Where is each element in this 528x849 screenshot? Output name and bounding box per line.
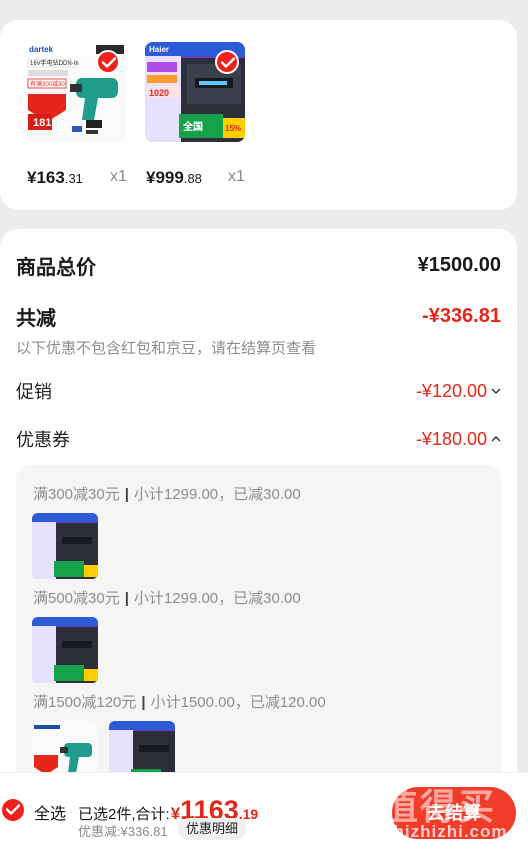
drill-price: ¥163.31	[27, 168, 83, 188]
goods-total-row: 商品总价 ¥1500.00	[16, 251, 501, 280]
coupon-name: 满1500减120元	[33, 694, 137, 711]
total-reduce-label: 共减	[16, 308, 56, 330]
coupon-name: 满300减30元	[33, 486, 120, 503]
svg-text:Haier: Haier	[149, 45, 169, 54]
checkout-bar: 全选 已选2件,合计: ¥ 1163 .19 优惠减:¥336.81 优惠明细 …	[0, 772, 528, 849]
goods-total-label: 商品总价	[16, 257, 96, 279]
coupon-row[interactable]: 优惠券 -¥180.00	[16, 426, 501, 452]
total-reduce-row: 共减 -¥336.81	[16, 302, 501, 331]
coupon-item-title: 满500减30元 | 小计1299.00，已减30.00	[33, 590, 301, 607]
price-detail-card: 商品总价 ¥1500.00 共减 -¥336.81 以下优惠不包含红包和京豆，请…	[0, 229, 517, 849]
chevron-up-icon[interactable]	[491, 435, 501, 443]
water-heater-thumbnail	[32, 513, 98, 579]
selected-products-card: dartek 16V手电钻DDN-m 有满300减30 181 ¥163.31 …	[0, 20, 517, 210]
drill-product-image[interactable]: dartek 16V手电钻DDN-m 有满300减30 181	[26, 42, 126, 142]
coupon-value: -¥180.00	[415, 428, 487, 449]
drill-promo-text: 有满300减30	[30, 82, 65, 88]
heater-price-dec: .88	[183, 171, 202, 186]
heater-promo-pct: 15%	[225, 124, 242, 133]
drill-name-text: 16V手电钻DDN-m	[30, 61, 79, 67]
coupon-detail: 小计1299.00，已减30.00	[133, 486, 301, 503]
heater-qty: x1	[228, 168, 245, 185]
product-item-drill[interactable]: dartek 16V手电钻DDN-m 有满300减30 181	[26, 42, 126, 142]
select-all-label[interactable]: 全选	[34, 800, 66, 824]
water-heater-thumbnail	[32, 617, 98, 683]
discount-note: 以下优惠不包含红包和京豆，请在结算页查看	[16, 340, 317, 357]
checkout-button[interactable]: 去结算	[392, 787, 516, 839]
svg-text:dartek: dartek	[29, 45, 54, 54]
promotion-label: 促销	[16, 382, 52, 402]
total-currency: ¥	[170, 804, 181, 823]
select-all-check-icon[interactable]	[2, 799, 24, 821]
coupon-label: 优惠券	[16, 430, 70, 450]
goods-total-value: ¥1500.00	[417, 254, 501, 276]
discount-detail-button[interactable]: 优惠明细	[178, 818, 247, 840]
drill-qty: x1	[110, 168, 127, 185]
heater-price-tag: 1020	[149, 88, 170, 98]
product-selected-check-icon[interactable]	[215, 50, 239, 74]
drill-price-tag: 181	[33, 117, 52, 129]
heater-promo-text: 全国	[183, 122, 203, 133]
total-reduce-value: -¥336.81	[422, 305, 501, 327]
promotion-value: -¥120.00	[415, 380, 487, 401]
heater-price-int: ¥999	[146, 168, 184, 187]
discount-summary: 优惠减:¥336.81	[78, 824, 168, 839]
water-heater-product-image[interactable]: Haier 1020 全国 15%	[145, 42, 245, 142]
chevron-down-icon[interactable]	[491, 387, 501, 395]
coupon-item-title: 满1500减120元 | 小计1500.00，已减120.00	[33, 694, 326, 711]
coupon-value-wrap[interactable]: -¥180.00	[416, 429, 501, 450]
promotion-row[interactable]: 促销 -¥120.00	[16, 378, 501, 404]
coupon-detail: 小计1500.00，已减120.00	[150, 694, 326, 711]
coupon-name: 满500减30元	[33, 590, 120, 607]
drill-price-int: ¥163	[27, 168, 65, 187]
heater-price: ¥999.88	[146, 168, 202, 188]
drill-price-dec: .31	[64, 171, 83, 186]
product-item-water-heater[interactable]: Haier 1020 全国 15%	[145, 42, 245, 142]
product-selected-check-icon[interactable]	[96, 50, 120, 74]
promotion-value-wrap[interactable]: -¥120.00	[416, 381, 501, 402]
coupon-detail: 小计1299.00，已减30.00	[133, 590, 301, 607]
coupon-item-title: 满300减30元 | 小计1299.00，已减30.00	[33, 486, 301, 503]
